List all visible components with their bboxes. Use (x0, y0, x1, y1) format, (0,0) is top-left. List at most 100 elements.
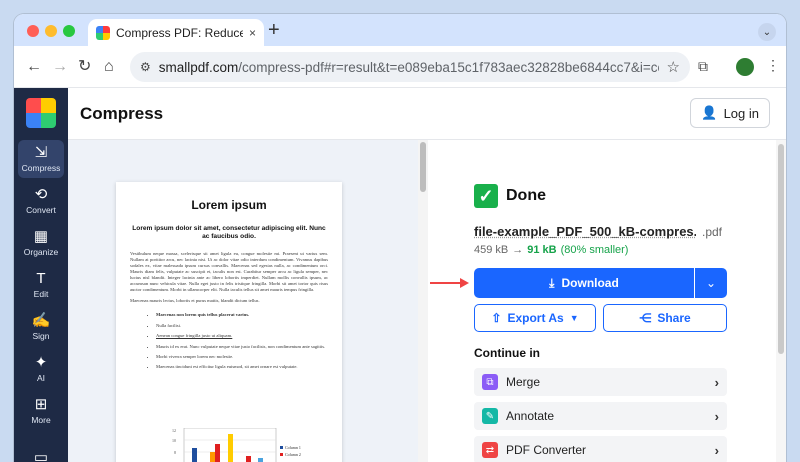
file-name[interactable]: file-example_PDF_500_kB-compres... (474, 224, 696, 239)
menu-kebab-icon[interactable]: ⋮ (766, 57, 780, 74)
page-title: Compress (80, 104, 164, 123)
list-item: Morbi viverra semper lorem nec molestie. (156, 352, 328, 363)
url-host: smallpdf.com (158, 59, 239, 75)
back-arrow-icon[interactable]: ← (26, 58, 42, 76)
sidebar: ⇲ Compress ⟲ Convert ▦ Organize T Edit ✍… (14, 88, 68, 462)
browser-toolbar: ← → ↻ ⌂ ⚙ smallpdf.com/compress-pdf#r=re… (14, 46, 786, 88)
list-item: Maecenas non lorem quis tellus placerat … (156, 310, 328, 321)
login-button[interactable]: 👤 Log in (690, 98, 770, 128)
home-icon[interactable]: ⌂ (104, 58, 114, 76)
sidebar-item-more[interactable]: ⊞ More (18, 392, 64, 430)
chevron-right-icon: › (714, 408, 719, 424)
edit-icon: T (36, 270, 46, 287)
smallpdf-logo[interactable] (26, 98, 56, 128)
profile-avatar[interactable] (736, 58, 754, 76)
tick-label: 10 (172, 438, 176, 443)
new-tab-button[interactable]: + (268, 19, 280, 41)
pdf-page-thumbnail: Lorem ipsum Lorem ipsum dolor sit amet, … (116, 182, 342, 462)
forward-arrow-icon[interactable]: → (52, 58, 68, 76)
list-item: Maecenas tincidunt est efficitur ligula … (156, 362, 328, 373)
tab-title: Compress PDF: Reduce File S (116, 25, 243, 40)
arrow-icon: → (512, 244, 524, 256)
continue-heading: Continue in (474, 346, 540, 360)
sidebar-item-files[interactable]: ▭ (18, 438, 64, 462)
browser-tab[interactable]: Compress PDF: Reduce File S × (88, 19, 264, 46)
tick-label: 12 (172, 428, 176, 433)
address-bar[interactable]: ⚙ smallpdf.com/compress-pdf#r=result&t=e… (130, 52, 690, 82)
sidebar-item-ai[interactable]: ✦ AI (18, 350, 64, 388)
url-text[interactable]: smallpdf.com/compress-pdf#r=result&t=e08… (159, 60, 659, 75)
pdf-body: Vestibulum neque massa, scelerisque sit … (130, 251, 328, 292)
sidebar-item-label: More (31, 415, 51, 425)
site-info-icon[interactable]: ⚙ (140, 60, 151, 74)
share-label: Share (657, 311, 691, 325)
tick-label: 8 (174, 450, 176, 455)
share-icon: ⋲ (639, 311, 652, 325)
reload-icon[interactable]: ↻ (78, 58, 91, 76)
legend-label: Column 1 (285, 445, 301, 450)
extensions-icon[interactable]: ⧉ (698, 58, 708, 75)
result-scrollbar[interactable] (776, 140, 786, 462)
converter-icon: ⇄ (482, 442, 498, 458)
sidebar-item-sign[interactable]: ✍ Sign (18, 308, 64, 346)
checkmark-icon: ✓ (474, 184, 498, 208)
pdf-list: Maecenas non lorem quis tellus placerat … (156, 310, 328, 373)
done-status: ✓ Done (474, 184, 546, 208)
tool-label: Merge (506, 375, 541, 389)
file-name-row: file-example_PDF_500_kB-compres... .pdf (474, 224, 728, 239)
chart-bar (215, 444, 220, 462)
folder-icon: ▭ (33, 448, 49, 462)
tool-pdf-converter[interactable]: ⇄ PDF Converter › (474, 436, 727, 462)
chart-bar (228, 434, 233, 462)
sidebar-item-compress[interactable]: ⇲ Compress (18, 140, 64, 178)
sidebar-item-organize[interactable]: ▦ Organize (18, 224, 64, 262)
ai-icon: ✦ (34, 354, 48, 371)
smallpdf-app: ⇲ Compress ⟲ Convert ▦ Organize T Edit ✍… (14, 88, 786, 462)
main-content: Compress 👤 Log in Lorem ipsum Lorem ipsu… (68, 88, 786, 462)
list-item: Mauris id ex erat. Nunc vulputate neque … (156, 342, 328, 352)
chevron-right-icon: › (714, 374, 719, 390)
smallpdf-favicon-icon (96, 25, 110, 40)
list-item: Nulla facilisi. (156, 321, 328, 332)
tab-search-icon[interactable]: ⌄ (758, 23, 776, 41)
merge-icon: ⧉ (482, 374, 498, 390)
export-as-button[interactable]: ⇧ Export As ▼ (474, 304, 596, 332)
share-button[interactable]: ⋲ Share (603, 304, 727, 332)
compressed-size: 91 kB (527, 244, 557, 256)
caret-down-icon: ▼ (569, 313, 579, 323)
chart-bar (192, 448, 197, 462)
sidebar-item-edit[interactable]: T Edit (18, 266, 64, 304)
tab-close-icon[interactable]: × (249, 26, 256, 40)
preview-scrollbar[interactable] (418, 140, 428, 462)
tool-merge[interactable]: ⧉ Merge › (474, 368, 727, 396)
chart-bar (246, 456, 251, 462)
annotation-arrow-icon (430, 278, 469, 288)
sidebar-item-convert[interactable]: ⟲ Convert (18, 182, 64, 220)
pdf-subtitle: Lorem ipsum dolor sit amet, consectetur … (132, 225, 326, 240)
download-options-button[interactable]: ⌄ (695, 268, 727, 298)
download-button[interactable]: ⤓ Download (474, 268, 694, 298)
user-icon: 👤 (701, 105, 718, 120)
minimize-window-button[interactable] (45, 25, 57, 37)
tab-strip: Compress PDF: Reduce File S × + ⌄ (14, 14, 786, 46)
maximize-window-button[interactable] (63, 25, 75, 37)
compress-icon: ⇲ (34, 144, 48, 161)
browser-window: Compress PDF: Reduce File S × + ⌄ ← → ↻ … (14, 14, 786, 462)
chart-bar (210, 452, 215, 462)
bookmark-star-icon[interactable]: ☆ (667, 58, 680, 76)
sidebar-item-label: Organize (23, 247, 59, 257)
annotate-icon: ✎ (482, 408, 498, 424)
chevron-down-icon: ⌄ (705, 276, 717, 290)
file-extension: .pdf (702, 225, 723, 239)
organize-icon: ▦ (33, 228, 49, 245)
pdf-preview-pane[interactable]: Lorem ipsum Lorem ipsum dolor sit amet, … (68, 140, 420, 462)
close-window-button[interactable] (27, 25, 39, 37)
sidebar-item-label: Sign (32, 331, 50, 341)
sign-icon: ✍ (31, 312, 51, 329)
export-label: Export As (507, 311, 564, 325)
tool-annotate[interactable]: ✎ Annotate › (474, 402, 727, 430)
savings-percent: (80% smaller) (560, 244, 629, 256)
original-size: 459 kB (474, 244, 509, 256)
legend-label: Column 2 (285, 452, 301, 457)
convert-icon: ⟲ (34, 186, 48, 203)
